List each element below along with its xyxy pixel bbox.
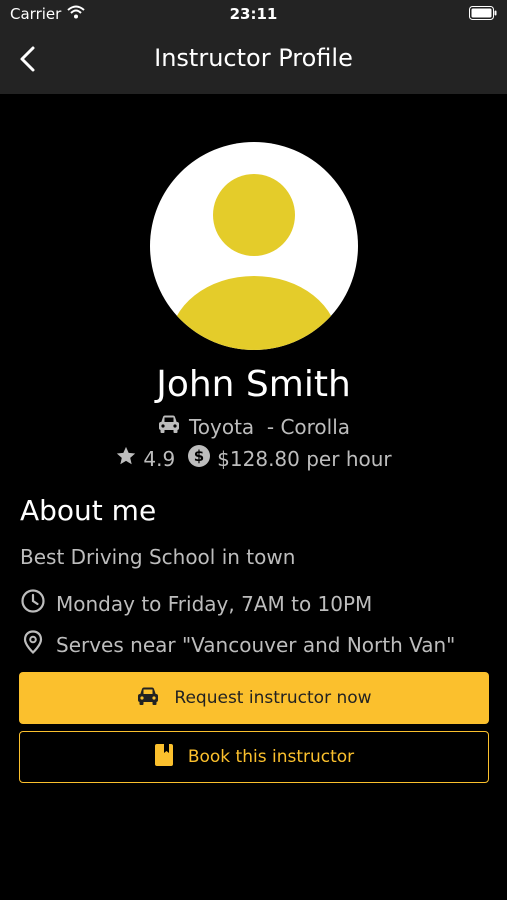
clock-icon (20, 588, 46, 619)
vehicle-info: Toyota - Corolla (0, 414, 507, 439)
about-heading: About me (20, 494, 157, 527)
request-instructor-button[interactable]: Request instructor now (19, 672, 489, 724)
instructor-name: John Smith (156, 364, 351, 405)
request-instructor-label: Request instructor now (174, 688, 372, 708)
rating-value: 4.9 (143, 446, 176, 471)
navigation-bar: Instructor Profile (0, 28, 507, 94)
about-description: Best Driving School in town (20, 545, 296, 569)
bookmark-icon (154, 743, 174, 772)
vehicle-model: Toyota - Corolla (188, 414, 351, 439)
status-bar: Carrier 23:11 (0, 0, 507, 28)
book-instructor-button[interactable]: Book this instructor (19, 731, 489, 783)
book-instructor-label: Book this instructor (187, 747, 355, 767)
page-title: Instructor Profile (154, 44, 353, 72)
service-area: Serves near "Vancouver and North Van" (56, 632, 456, 657)
car-icon (157, 414, 181, 439)
dollar-circle-icon: $ (187, 444, 211, 473)
avatar (150, 142, 358, 350)
person-icon (170, 174, 338, 350)
location-pin-icon (20, 629, 46, 660)
rating-rate-row: 4.9 $ $128.80 per hour (0, 444, 507, 473)
hours-row: Monday to Friday, 7AM to 10PM (20, 588, 372, 619)
car-icon (136, 686, 160, 711)
hourly-rate: $128.80 per hour (217, 446, 392, 471)
star-icon (115, 445, 137, 472)
battery-icon (469, 6, 497, 24)
status-time: 23:11 (229, 5, 278, 23)
service-area-row: Serves near "Vancouver and North Van" (20, 629, 455, 660)
working-hours: Monday to Friday, 7AM to 10PM (56, 591, 373, 616)
svg-text:$: $ (194, 447, 204, 465)
